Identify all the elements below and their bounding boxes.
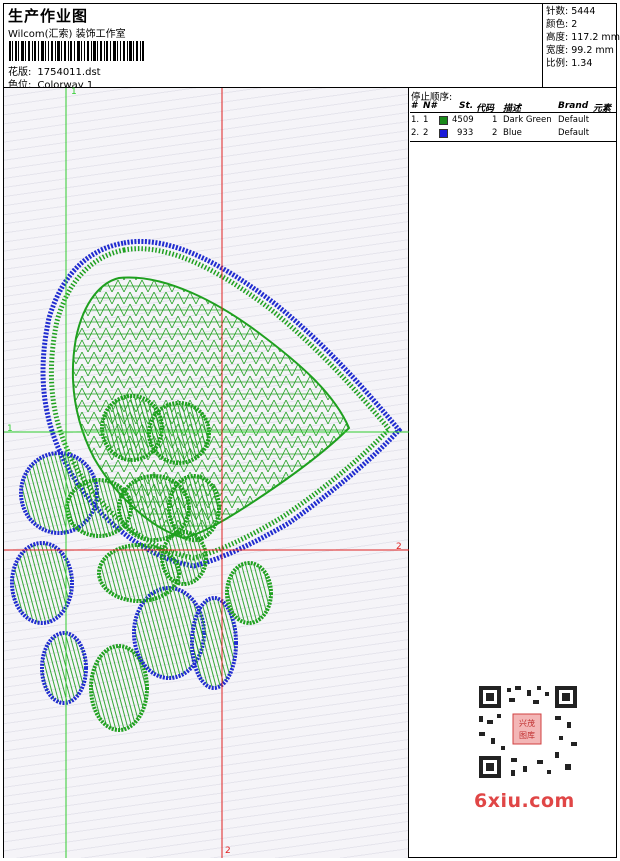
guide-label-h2: 2 <box>396 542 402 552</box>
col-description: 描述 <box>503 104 522 114</box>
guide-label-h1: 1 <box>7 424 13 434</box>
row-index: 1. <box>411 115 420 125</box>
color-swatch-blue <box>439 129 448 138</box>
guide-label-v1: 1 <box>71 87 77 97</box>
row-code: 1 <box>492 115 498 125</box>
stop-sequence-panel: 停止顺序: # N# St. 代码 描述 Brand 元素 1. 1 4509 … <box>410 88 616 142</box>
stat-colors: 颜色: 2 <box>546 19 578 30</box>
row-brand: Default <box>558 128 590 138</box>
flower-petal-right <box>167 474 221 542</box>
design-canvas: 1 1 2 2 <box>4 87 409 858</box>
col-element: 元素 <box>593 104 612 114</box>
row-stitches: 4509 <box>452 115 474 125</box>
row-description: Dark Green <box>503 115 552 125</box>
svg-text:兴茂: 兴茂 <box>519 718 535 728</box>
site-logo: 6xiu.com <box>474 790 575 812</box>
design-stats: 针数: 5444 颜色: 2 高度: 117.2 mm 宽度: 99.2 mm … <box>542 4 620 88</box>
stop-sequence-header: # N# St. 代码 描述 Brand 元素 <box>410 101 616 114</box>
flower-petal-bottom-right <box>160 530 208 586</box>
col-index: # <box>411 101 418 111</box>
stat-width: 宽度: 99.2 mm <box>546 45 614 56</box>
row-number: 1 <box>423 115 429 125</box>
petal-right <box>225 561 273 625</box>
row-stitches: 933 <box>457 128 474 138</box>
header: 生产作业图 Wilcom(汇索) 装饰工作室 花版: 1754011.dst 色… <box>4 4 620 91</box>
petal-left-2 <box>10 541 74 625</box>
color-swatch-dark-green <box>439 116 448 125</box>
petal-left-3 <box>40 631 88 705</box>
company-name: Wilcom(汇索) 装饰工作室 <box>8 29 126 40</box>
flower-petal-top-right <box>147 401 211 465</box>
col-code: 代码 <box>476 104 495 114</box>
col-stitches: St. <box>459 101 474 111</box>
row-code: 2 <box>492 128 498 138</box>
qr-code-watermark: 兴茂 图库 <box>471 680 581 782</box>
row-index: 2. <box>411 128 420 138</box>
stop-sequence-row: 1. 1 4509 1 Dark Green Default <box>410 115 616 128</box>
row-number: 2 <box>423 128 429 138</box>
svg-text:图库: 图库 <box>519 730 535 740</box>
stat-stitches: 针数: 5444 <box>546 6 596 17</box>
row-description: Blue <box>503 128 522 138</box>
row-brand: Default <box>558 115 590 125</box>
petal-bottom-3 <box>190 596 238 690</box>
stat-scale: 比例: 1.34 <box>546 58 593 69</box>
page-title: 生产作业图 <box>8 7 89 25</box>
stop-sequence-row: 2. 2 933 2 Blue Default <box>410 128 616 141</box>
guide-label-v2: 2 <box>225 846 231 856</box>
col-number: N# <box>423 101 437 111</box>
barcode <box>9 41 144 61</box>
stat-height: 高度: 117.2 mm <box>546 32 620 43</box>
embroidery-design <box>4 88 409 858</box>
col-brand: Brand <box>558 101 589 111</box>
